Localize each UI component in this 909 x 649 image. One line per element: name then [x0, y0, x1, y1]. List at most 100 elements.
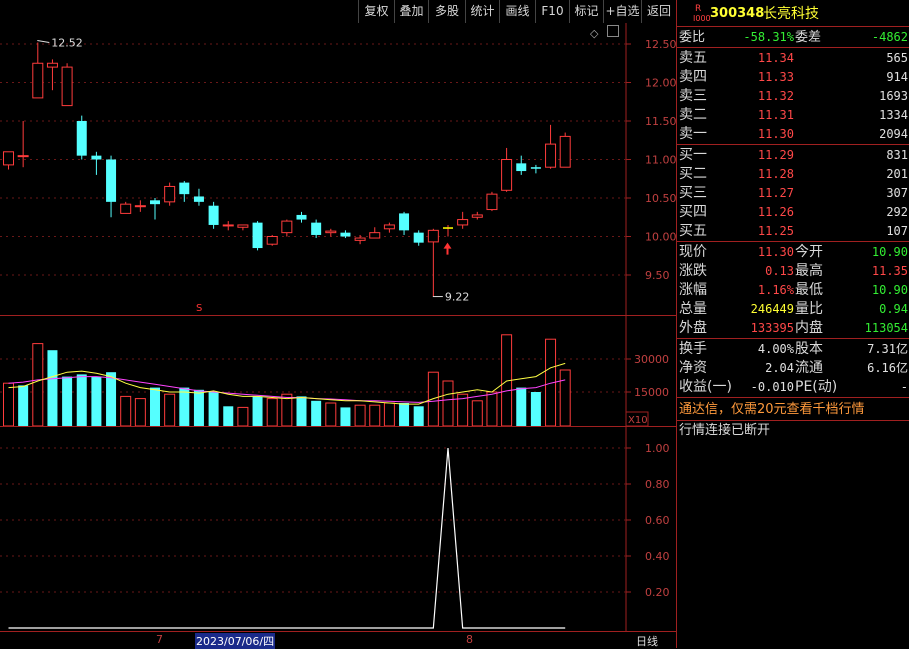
- volume-bar[interactable]: [223, 406, 234, 426]
- candle[interactable]: [281, 219, 293, 237]
- sell-level-price[interactable]: 11.31: [719, 106, 794, 125]
- volume-bar[interactable]: [150, 387, 160, 426]
- volume-bar[interactable]: [208, 392, 219, 426]
- sell-level-price[interactable]: 11.30: [719, 125, 794, 144]
- buy-level-price[interactable]: 11.28: [719, 165, 794, 184]
- candle[interactable]: [32, 42, 44, 99]
- candle[interactable]: [193, 188, 204, 206]
- volume-bar[interactable]: [471, 400, 483, 427]
- toolbar-button-1[interactable]: 叠加: [394, 0, 428, 23]
- indicator-chart-pane[interactable]: 1.00 0.80 0.60 0.40 0.20: [0, 426, 676, 632]
- volume-bar[interactable]: [179, 387, 190, 426]
- volume-bar[interactable]: [486, 391, 498, 427]
- volume-chart-pane[interactable]: 30000 15000 X10: [0, 315, 676, 427]
- candle[interactable]: [383, 222, 395, 233]
- candle[interactable]: [179, 181, 190, 202]
- volume-bar[interactable]: [354, 404, 366, 427]
- volume-bar[interactable]: [311, 400, 322, 426]
- candle[interactable]: [91, 151, 102, 175]
- buy-level-price[interactable]: 11.25: [719, 222, 794, 241]
- toolbar-button-7[interactable]: +自选: [603, 0, 641, 23]
- candle[interactable]: [266, 234, 278, 246]
- volume-bar[interactable]: [559, 369, 571, 427]
- volume-bar[interactable]: [237, 406, 249, 427]
- candle[interactable]: [150, 198, 160, 220]
- volume-bar[interactable]: [32, 343, 44, 427]
- candle[interactable]: [106, 155, 117, 218]
- candle[interactable]: [559, 132, 571, 168]
- volume-chart[interactable]: 30000 15000 X10: [0, 316, 676, 427]
- volume-bar[interactable]: [3, 382, 14, 427]
- buy-level-price[interactable]: 11.26: [719, 203, 794, 222]
- chart-collapse-icon[interactable]: [607, 25, 619, 37]
- candle[interactable]: [296, 211, 307, 223]
- volume-bar[interactable]: [383, 402, 395, 427]
- toolbar-button-4[interactable]: 画线: [499, 0, 535, 23]
- candle[interactable]: [46, 59, 58, 91]
- sell-level-price[interactable]: 11.33: [719, 68, 794, 87]
- candle[interactable]: [164, 182, 176, 206]
- toolbar-button-5[interactable]: F10: [535, 0, 569, 23]
- candle[interactable]: [457, 211, 469, 229]
- volume-bar[interactable]: [76, 374, 87, 426]
- candle[interactable]: [471, 211, 483, 220]
- volume-bar[interactable]: [120, 395, 132, 427]
- volume-bar[interactable]: [325, 402, 337, 427]
- volume-bar[interactable]: [442, 380, 454, 427]
- candle[interactable]: [120, 201, 132, 214]
- volume-bar[interactable]: [516, 387, 527, 426]
- period-tab[interactable]: 日线: [636, 633, 658, 649]
- toolbar-button-0[interactable]: 复权: [358, 0, 394, 23]
- candle[interactable]: [208, 201, 219, 229]
- volume-bar[interactable]: [47, 350, 58, 426]
- promo-text[interactable]: 通达信，仅需20元查看千档行情: [679, 400, 865, 420]
- candle[interactable]: [486, 191, 498, 212]
- candle[interactable]: [427, 228, 439, 297]
- candle[interactable]: [222, 221, 234, 231]
- volume-bar[interactable]: [18, 385, 29, 426]
- candle[interactable]: [134, 200, 146, 212]
- sell-level-price[interactable]: 11.34: [719, 49, 794, 68]
- candle[interactable]: [369, 227, 381, 239]
- candle[interactable]: [3, 151, 14, 170]
- candle[interactable]: [545, 124, 557, 169]
- candle[interactable]: [252, 221, 263, 251]
- volume-bar[interactable]: [134, 398, 146, 427]
- candle[interactable]: [399, 211, 410, 235]
- candle[interactable]: [443, 224, 453, 237]
- candle[interactable]: [311, 219, 322, 239]
- candle[interactable]: [516, 155, 527, 175]
- volume-bar[interactable]: [62, 376, 73, 426]
- volume-bar[interactable]: [530, 392, 541, 426]
- buy-level-price[interactable]: 11.29: [719, 146, 794, 165]
- candle[interactable]: [354, 234, 366, 245]
- toolbar-button-6[interactable]: 标记: [569, 0, 603, 23]
- volume-bar[interactable]: [252, 396, 263, 426]
- volume-bar[interactable]: [296, 396, 307, 426]
- candle[interactable]: [76, 115, 87, 160]
- candle[interactable]: [61, 63, 73, 107]
- candle[interactable]: [530, 164, 541, 174]
- candle[interactable]: [17, 121, 29, 168]
- candle[interactable]: [413, 230, 424, 246]
- toolbar-button-3[interactable]: 统计: [465, 0, 499, 23]
- indicator-chart[interactable]: 1.00 0.80 0.60 0.40 0.20: [0, 427, 676, 632]
- toolbar-button-2[interactable]: 多股: [428, 0, 465, 23]
- volume-bar[interactable]: [413, 406, 424, 426]
- volume-bar[interactable]: [266, 398, 278, 427]
- volume-bar[interactable]: [399, 403, 410, 426]
- candle[interactable]: [325, 228, 337, 237]
- volume-bar[interactable]: [340, 407, 351, 426]
- price-chart-pane[interactable]: 12.50 12.00 11.50 11.00 10.50 10.00 9.50 12.52 9…: [0, 23, 676, 315]
- price-chart[interactable]: 12.50 12.00 11.50 11.00 10.50 10.00 9.50 12.52 9…: [0, 23, 676, 315]
- volume-bar[interactable]: [164, 393, 176, 427]
- volume-bar[interactable]: [106, 372, 117, 426]
- toolbar-button-8[interactable]: 返回: [641, 0, 676, 23]
- chart-settings-icon[interactable]: ◇: [590, 27, 598, 40]
- volume-bar[interactable]: [91, 376, 102, 426]
- candle[interactable]: [501, 147, 513, 192]
- candle[interactable]: [237, 224, 249, 231]
- sell-level-price[interactable]: 11.32: [719, 87, 794, 106]
- buy-level-price[interactable]: 11.27: [719, 184, 794, 203]
- volume-bar[interactable]: [193, 389, 204, 426]
